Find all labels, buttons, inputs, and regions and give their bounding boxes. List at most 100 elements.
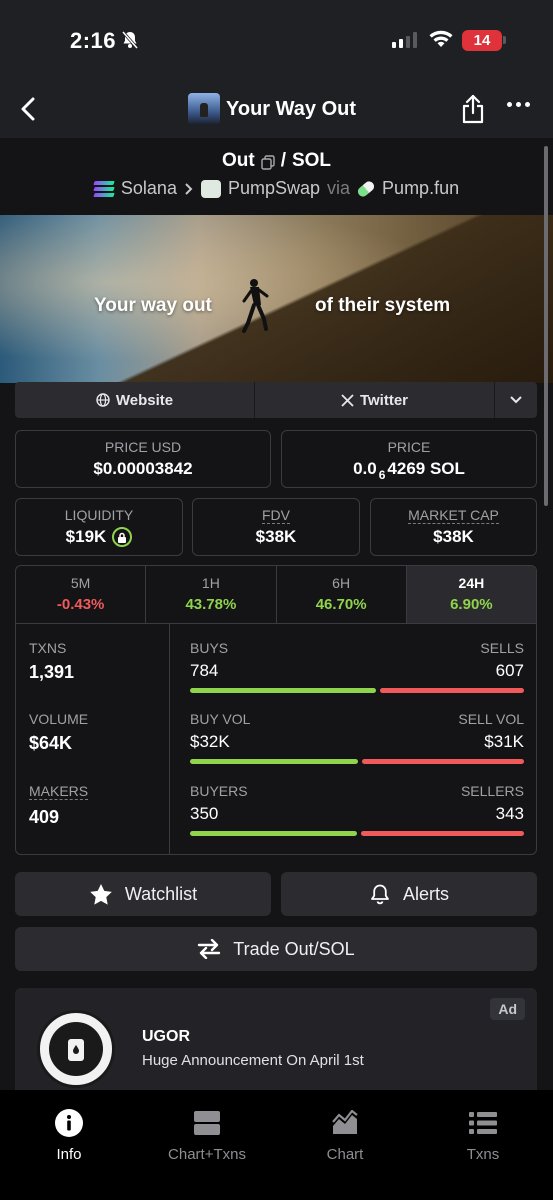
price-usd-label: PRICE USD <box>104 439 182 455</box>
txns-stat: TXNS 1,391 <box>29 640 74 683</box>
more-links-button[interactable] <box>495 382 537 418</box>
buys-value: 784 <box>190 661 219 680</box>
price-usd-value: $0.00003842 <box>93 459 193 478</box>
share-icon <box>462 94 484 124</box>
back-button[interactable] <box>14 94 42 124</box>
twitter-label: Twitter <box>359 391 409 409</box>
buys-label: BUYS <box>190 640 229 656</box>
page-title: Your Way Out <box>226 97 356 120</box>
info-icon <box>0 1108 138 1138</box>
more-options-button[interactable] <box>507 102 530 107</box>
buyers-sellers-bar <box>190 831 524 836</box>
sell-vol-value: $31K <box>484 732 524 751</box>
chart-txns-icon <box>138 1108 276 1138</box>
buys-sells-bar <box>190 688 524 693</box>
tab-1h-label: 1H <box>201 575 220 591</box>
chevron-right-icon <box>185 182 193 195</box>
pumpswap-icon <box>200 179 221 198</box>
tab-info[interactable]: Info <box>0 1090 138 1200</box>
price-usd-card: PRICE USD $0.00003842 <box>15 430 271 488</box>
tab-txns[interactable]: Txns <box>414 1090 552 1200</box>
tab-1h[interactable]: 1H 43.78% <box>146 566 277 623</box>
token-avatar <box>188 93 220 125</box>
banner-text-left: Your way out <box>94 295 212 316</box>
txns-value: 1,391 <box>29 662 75 682</box>
tab-1h-change: 43.78% <box>185 596 237 613</box>
swap-arrows-icon <box>198 939 221 959</box>
pair-quote: SOL <box>291 150 332 171</box>
dex-name[interactable]: PumpSwap <box>228 178 320 199</box>
trade-button[interactable]: Trade Out/SOL <box>15 927 537 971</box>
chain-name[interactable]: Solana <box>121 178 177 199</box>
sponsored-ad[interactable]: Ad UGOR Huge Announcement On April 1st <box>15 988 537 1090</box>
share-button[interactable] <box>460 94 486 124</box>
fdv-card[interactable]: FDV $38K <box>192 498 360 556</box>
main-content: Out / SOL Solana PumpSwap via Pump.fun Y… <box>0 138 553 1090</box>
scrollbar[interactable] <box>544 146 548 506</box>
price-native-rest: 4269 SOL <box>387 459 465 478</box>
launchpad-name[interactable]: Pump.fun <box>382 178 459 199</box>
bottom-tab-bar: Info Chart+Txns Chart Txns <box>0 1090 553 1200</box>
lock-icon[interactable] <box>112 527 133 547</box>
tab-24h-change: 6.90% <box>450 596 493 613</box>
tab-chart-txns-label: Chart+Txns <box>168 1146 246 1163</box>
volume-label: VOLUME <box>29 711 89 727</box>
tab-chart-txns[interactable]: Chart+Txns <box>138 1090 276 1200</box>
token-header: Your Way Out <box>188 93 356 125</box>
globe-icon <box>96 393 110 407</box>
website-link[interactable]: Website <box>15 382 255 418</box>
tab-5m[interactable]: 5M -0.43% <box>16 566 147 623</box>
tab-24h-label: 24H <box>458 575 485 591</box>
social-links-bar: Website Twitter <box>15 382 537 418</box>
watchlist-button[interactable]: Watchlist <box>15 872 271 916</box>
sells-value: 607 <box>495 661 524 680</box>
buyers-label: BUYERS <box>190 783 248 799</box>
bell-slash-icon <box>120 30 140 55</box>
sell-vol-label: SELL VOL <box>458 711 524 727</box>
solana-icon <box>93 180 115 197</box>
sells-label: SELLS <box>480 640 524 656</box>
liquidity-value: $19K <box>65 527 107 546</box>
alerts-button[interactable]: Alerts <box>281 872 537 916</box>
tab-5m-label: 5M <box>70 575 91 591</box>
makers-stat[interactable]: MAKERS 409 <box>29 783 89 828</box>
tab-info-label: Info <box>56 1146 82 1163</box>
ad-description: Huge Announcement On April 1st <box>142 1052 364 1069</box>
pumpfun-icon <box>355 178 377 199</box>
copy-icon[interactable] <box>260 154 275 170</box>
tab-6h[interactable]: 6H 46.70% <box>277 566 407 623</box>
bell-icon <box>371 884 389 905</box>
stats-breakdown: BUYS SELLS 784 607 BUY VOL SELL VOL $32K $31… <box>190 624 524 854</box>
tab-6h-change: 46.70% <box>315 596 367 613</box>
tab-chart[interactable]: Chart <box>276 1090 414 1200</box>
status-time: 2:16 <box>70 28 117 53</box>
trade-label: Trade Out/SOL <box>233 938 355 959</box>
alerts-label: Alerts <box>402 883 449 904</box>
wifi-icon <box>428 29 454 54</box>
pair-base: Out <box>221 150 255 171</box>
stats-totals: TXNS 1,391 VOLUME $64K MAKERS 409 <box>16 624 170 854</box>
volume-bar <box>190 759 524 764</box>
pair-title: Out / SOL <box>0 150 553 172</box>
chain-breadcrumb: Solana PumpSwap via Pump.fun <box>0 178 553 199</box>
sellers-value: 343 <box>495 804 524 823</box>
sellers-bar <box>360 831 524 836</box>
ad-title: UGOR <box>142 1028 190 1045</box>
sell-vol-bar <box>361 759 524 764</box>
chevron-down-icon <box>510 396 522 404</box>
liquidity-card: LIQUIDITY $19K <box>15 498 183 556</box>
star-icon <box>90 883 112 905</box>
battery-tip <box>503 36 506 44</box>
makers-value: 409 <box>29 807 60 827</box>
status-bar: 2:16 14 <box>0 0 553 80</box>
twitter-link[interactable]: Twitter <box>255 382 495 418</box>
tab-6h-label: 6H <box>332 575 351 591</box>
market-cap-card[interactable]: MARKET CAP $38K <box>370 498 537 556</box>
buyers-value: 350 <box>190 804 219 823</box>
list-icon <box>414 1108 552 1138</box>
tab-24h[interactable]: 24H 6.90% <box>406 566 536 623</box>
pair-separator: / <box>280 150 286 171</box>
battery-level: 14 <box>473 32 491 49</box>
buy-vol-bar <box>190 759 358 764</box>
volume-value: $64K <box>29 733 73 753</box>
